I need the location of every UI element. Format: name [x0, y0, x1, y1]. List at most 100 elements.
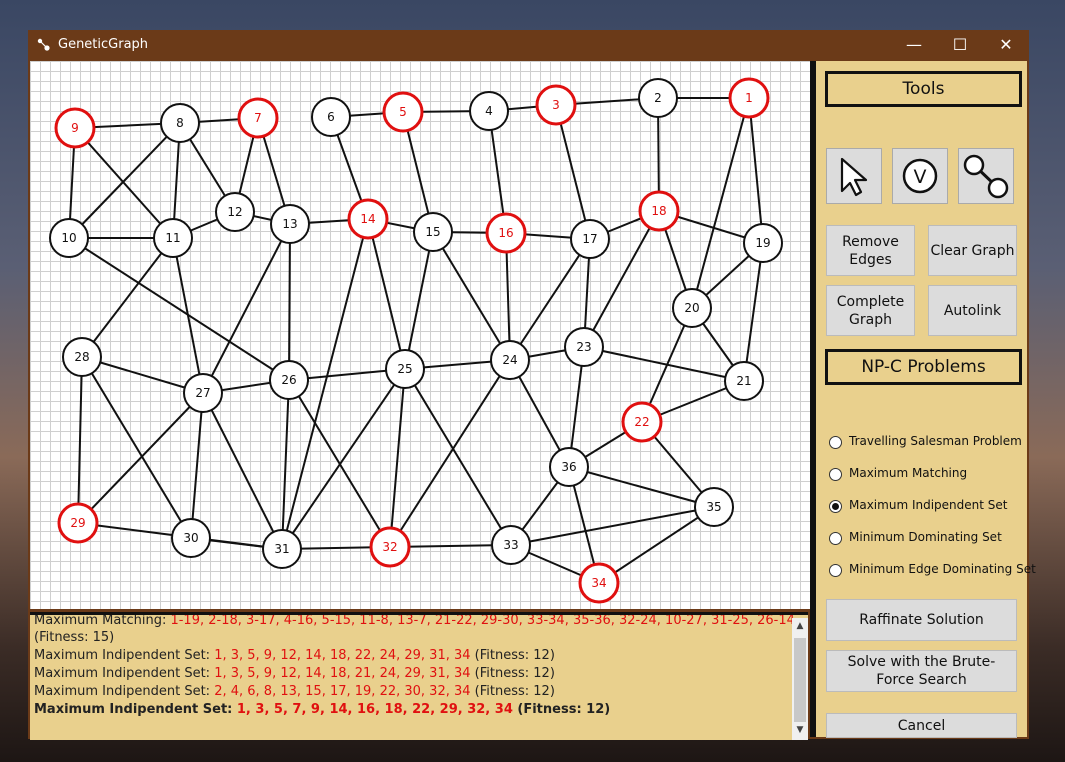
log-prefix: Maximum Indipendent Set: [34, 648, 215, 663]
graph-node-12[interactable]: 12 [215, 192, 255, 232]
log-prefix: Maximum Matching: [34, 613, 171, 628]
graph-node-7[interactable]: 7 [237, 97, 279, 139]
graph-node-25[interactable]: 25 [385, 349, 425, 389]
vertex-icon: V [902, 158, 938, 194]
radio-button-icon[interactable] [829, 436, 842, 449]
graph-node-22[interactable]: 22 [621, 401, 663, 443]
graph-node-6[interactable]: 6 [311, 97, 351, 137]
graph-canvas[interactable]: 1 2 3 4 5 6 7 8 9 10 11 12 13 14 15 16 17 18 19 20 21 22 23 24 2… [30, 61, 810, 609]
graph-edge[interactable] [202, 392, 283, 550]
graph-node-9[interactable]: 9 [54, 107, 96, 149]
graph-node-36[interactable]: 36 [549, 447, 589, 487]
graph-edge[interactable] [404, 368, 512, 546]
pointer-tool-button[interactable] [826, 148, 882, 204]
log-result: 1-19, 2-18, 3-17, 4-16, 5-15, 11-8, 13-7… [170, 613, 795, 628]
maximize-button[interactable]: ☐ [937, 30, 983, 60]
graph-node-24[interactable]: 24 [490, 340, 530, 380]
log-result: 1, 3, 5, 7, 9, 14, 16, 18, 22, 29, 32, 3… [236, 702, 513, 717]
edge-icon [963, 154, 1009, 199]
scroll-down-icon[interactable]: ▼ [792, 722, 808, 738]
graph-node-11[interactable]: 11 [153, 218, 193, 258]
close-button[interactable]: ✕ [983, 30, 1029, 60]
clear-graph-button[interactable]: Clear Graph [928, 225, 1017, 276]
graph-node-13[interactable]: 13 [270, 204, 310, 244]
node-label: 3 [552, 98, 560, 112]
graph-node-19[interactable]: 19 [743, 223, 783, 263]
graph-edge[interactable] [691, 97, 750, 309]
graph-edge[interactable] [68, 237, 290, 381]
minimize-button[interactable]: — [891, 30, 937, 60]
graph-node-21[interactable]: 21 [724, 361, 764, 401]
graph-edge[interactable] [288, 223, 291, 381]
graph-edge[interactable] [743, 242, 764, 382]
autolink-button[interactable]: Autolink [928, 285, 1017, 336]
graph-edge[interactable] [172, 237, 204, 394]
graph-edge[interactable] [367, 218, 406, 370]
graph-node-1[interactable]: 1 [728, 77, 770, 119]
graph-edge[interactable] [190, 392, 204, 539]
graph-node-28[interactable]: 28 [62, 337, 102, 377]
graph-node-33[interactable]: 33 [491, 525, 531, 565]
graph-node-23[interactable]: 23 [564, 327, 604, 367]
node-label: 9 [71, 121, 79, 135]
graph-node-5[interactable]: 5 [382, 91, 424, 133]
graph-edge[interactable] [583, 346, 745, 382]
graph-node-2[interactable]: 2 [638, 78, 678, 118]
scroll-up-icon[interactable]: ▲ [792, 618, 808, 634]
node-label: 10 [61, 231, 76, 245]
graph-node-18[interactable]: 18 [638, 190, 680, 232]
graph-drawing[interactable]: 12345678910 111213 1415 16 17181920212223242… [30, 61, 810, 609]
tools-header: Tools [825, 71, 1022, 107]
graph-node-14[interactable]: 14 [347, 198, 389, 240]
graph-node-30[interactable]: 30 [171, 518, 211, 558]
node-label: 26 [281, 373, 296, 387]
graph-edge[interactable] [77, 392, 204, 524]
cancel-button[interactable]: Cancel [826, 713, 1017, 738]
graph-node-10[interactable]: 10 [49, 218, 89, 258]
radio-button-icon[interactable] [829, 468, 842, 481]
log-result: 1, 3, 5, 9, 12, 14, 18, 21, 24, 29, 31, … [214, 666, 471, 681]
node-label: 2 [654, 91, 662, 105]
graph-node-31[interactable]: 31 [262, 529, 302, 569]
radio-button-icon[interactable] [829, 564, 842, 577]
graph-node-8[interactable]: 8 [160, 103, 200, 143]
graph-node-29[interactable]: 29 [57, 502, 99, 544]
vertex-tool-button[interactable]: V [892, 148, 948, 204]
title-bar[interactable]: GeneticGraph — ☐ ✕ [28, 30, 1029, 60]
graph-node-26[interactable]: 26 [269, 360, 309, 400]
radio-button-checked-icon[interactable] [829, 500, 842, 513]
graph-node-34[interactable]: 34 [578, 562, 620, 604]
graph-edge[interactable] [389, 368, 406, 548]
graph-edge[interactable] [77, 356, 83, 524]
graph-edge[interactable] [555, 104, 591, 240]
graph-edge[interactable] [568, 466, 715, 508]
edge-tool-button[interactable] [958, 148, 1014, 204]
graph-node-17[interactable]: 17 [570, 219, 610, 259]
graph-node-35[interactable]: 35 [694, 487, 734, 527]
graph-node-3[interactable]: 3 [535, 84, 577, 126]
radio-label: Travelling Salesman Problem [849, 434, 1022, 448]
remove-edges-button[interactable]: Remove Edges [826, 225, 915, 276]
graph-node-4[interactable]: 4 [469, 91, 509, 131]
log-scrollbar[interactable]: ▲ ▼ [792, 618, 808, 740]
log-line: (Fitness: 15) [34, 630, 114, 645]
brute-force-button[interactable]: Solve with the Brute-Force Search [826, 650, 1017, 692]
scroll-thumb[interactable] [794, 638, 806, 722]
radio-button-icon[interactable] [829, 532, 842, 545]
graph-node-32[interactable]: 32 [369, 526, 411, 568]
raffinate-solution-button[interactable]: Raffinate Solution [826, 599, 1017, 641]
graph-node-15[interactable]: 15 [413, 212, 453, 252]
node-label: 36 [561, 460, 576, 474]
complete-graph-button[interactable]: Complete Graph [826, 285, 915, 336]
graph-node-16[interactable]: 16 [485, 212, 527, 254]
node-label: 22 [634, 415, 649, 429]
graph-node-20[interactable]: 20 [672, 288, 712, 328]
node-label: 16 [498, 226, 513, 240]
side-panel: Tools V Remove Edges Clear Graph Complet… [816, 61, 1036, 738]
graph-node-27[interactable]: 27 [183, 373, 223, 413]
graph-edge[interactable] [748, 97, 764, 244]
log-suffix: (Fitness: 12) [470, 648, 555, 663]
graph-edge[interactable] [404, 231, 434, 370]
node-label: 15 [425, 225, 440, 239]
node-label: 18 [651, 204, 666, 218]
